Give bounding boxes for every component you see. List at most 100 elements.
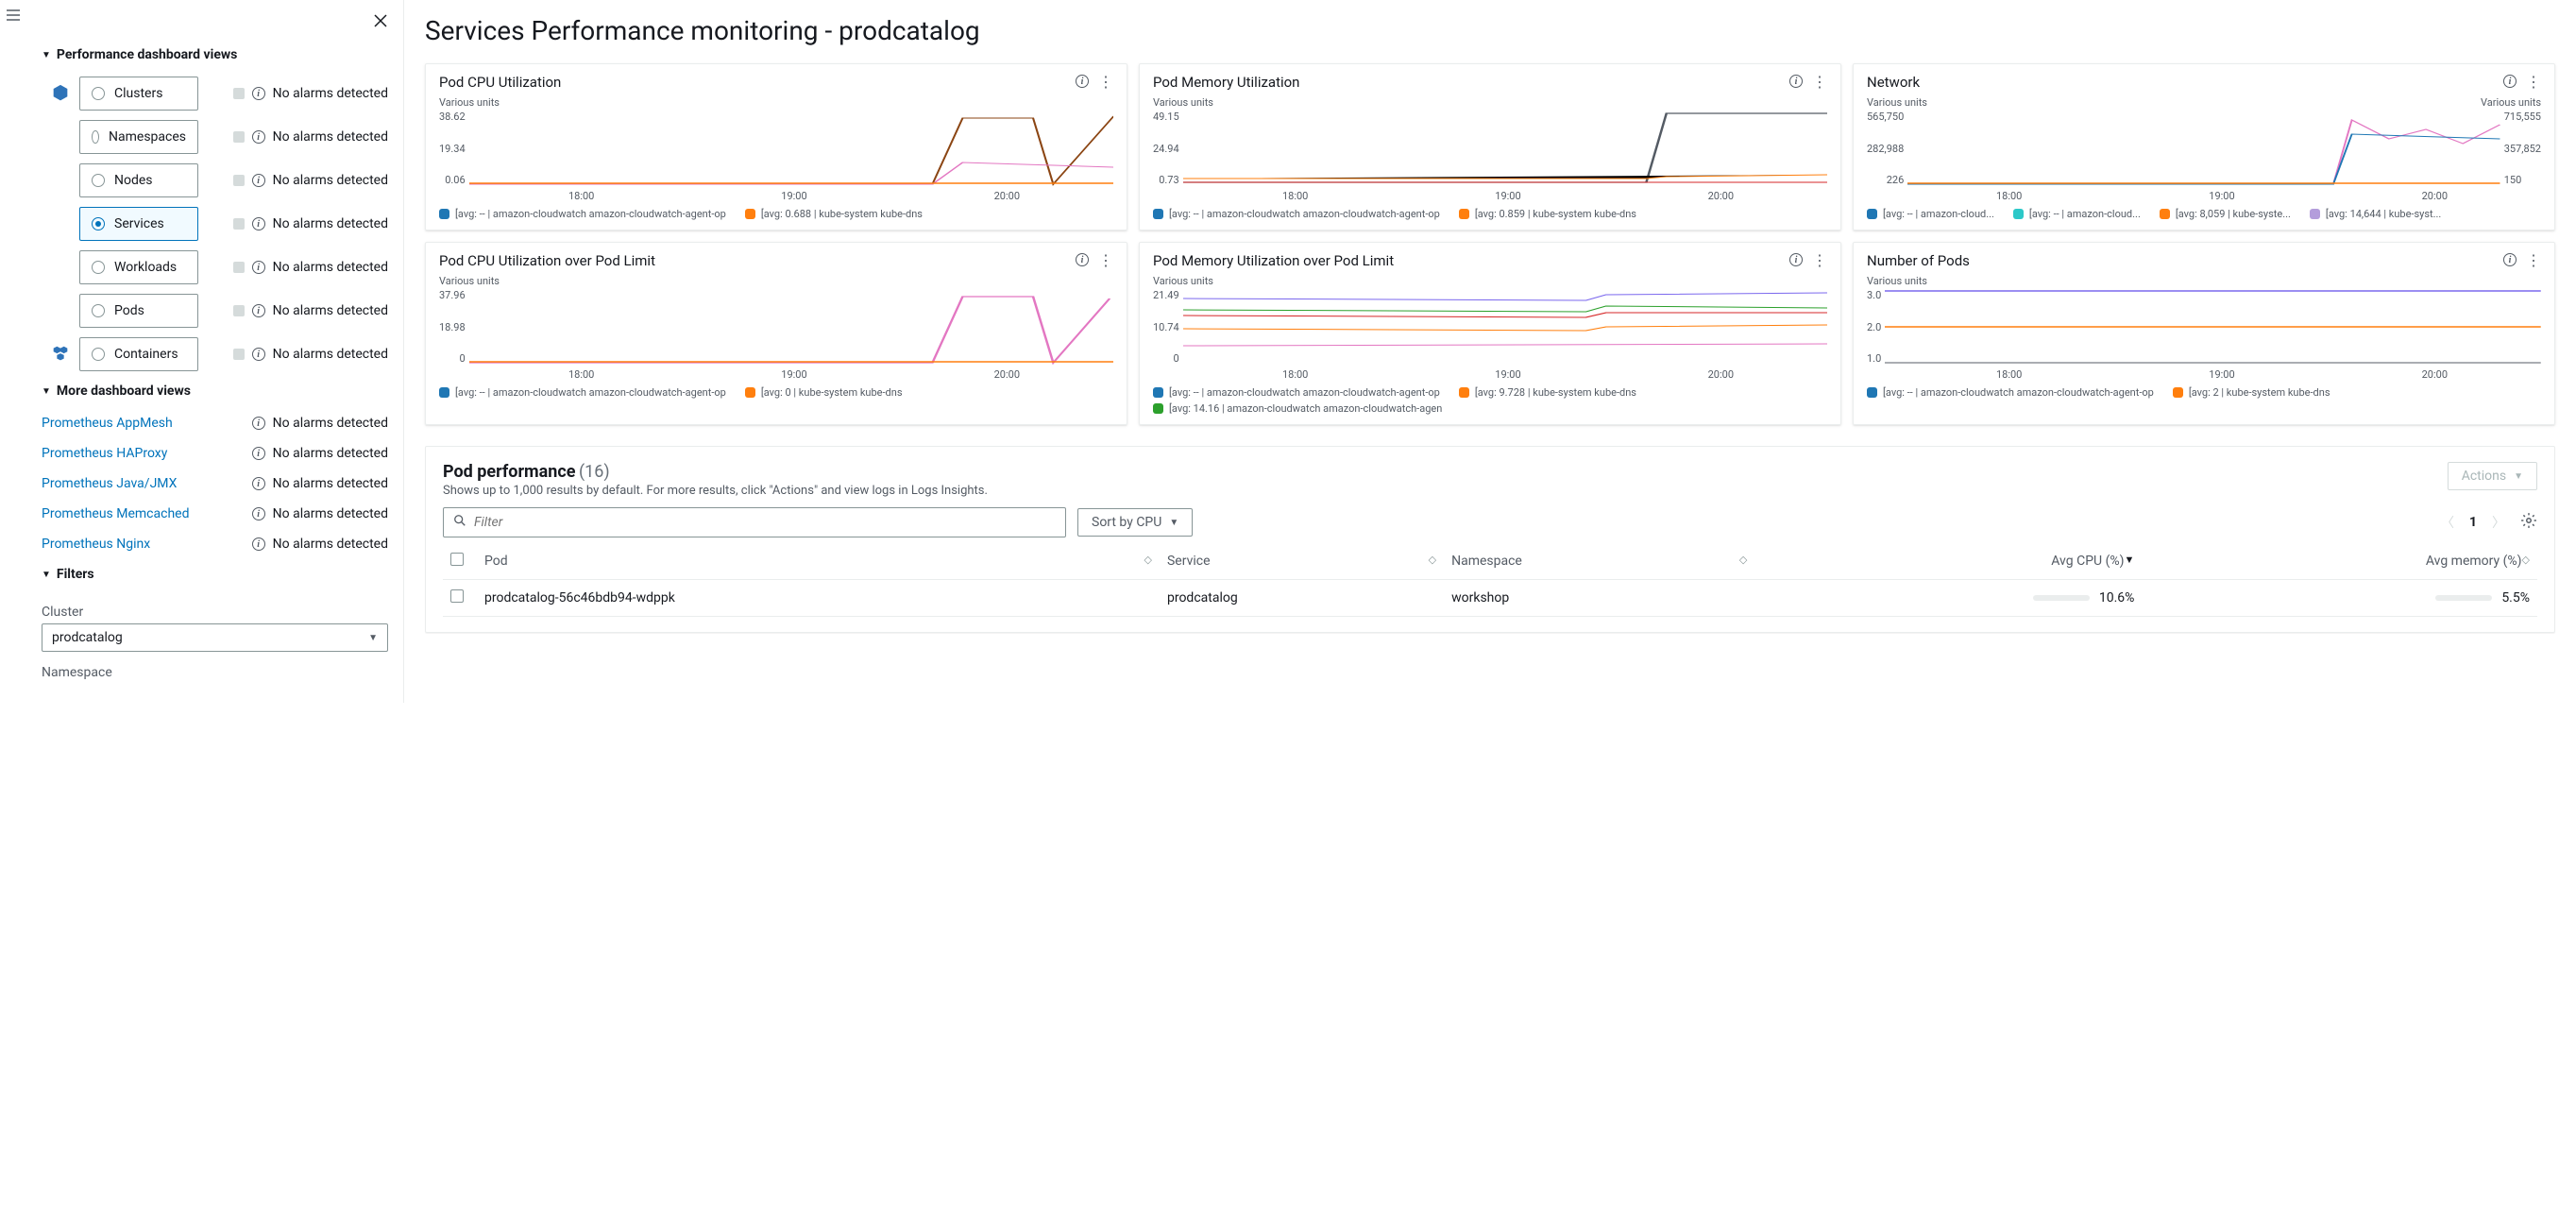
close-icon[interactable] — [373, 17, 388, 32]
info-icon[interactable]: i — [252, 217, 265, 230]
more-view-link[interactable]: Prometheus Memcached — [42, 506, 189, 521]
sort-icon[interactable]: ◇ — [2522, 554, 2530, 566]
y-ticks-right: 715,555357,852150 — [2500, 111, 2541, 186]
swatch-icon — [439, 387, 449, 398]
info-icon[interactable]: i — [252, 507, 265, 520]
view-pill-containers[interactable]: Containers — [79, 337, 198, 371]
x-ticks: 18:0019:0020:00 — [1867, 368, 2541, 381]
chart-plot[interactable] — [1183, 289, 1827, 365]
swatch-icon — [1867, 209, 1877, 219]
y-ticks: 565,750282,988226 — [1867, 111, 1907, 186]
section-header-perf-views[interactable]: ▼ Performance dashboard views — [42, 40, 388, 72]
table-row[interactable]: prodcatalog-56c46bdb94-wdppkprodcatalogw… — [443, 580, 2537, 617]
kebab-icon[interactable]: ⋮ — [2526, 253, 2541, 268]
units-left: Various units — [439, 96, 500, 109]
info-icon[interactable]: i — [252, 477, 265, 490]
chart-plot[interactable] — [469, 289, 1113, 365]
chart-title: Number of Pods — [1867, 252, 2494, 269]
alarm-text: No alarms detected — [273, 416, 388, 431]
chart-plot[interactable] — [1183, 111, 1827, 186]
info-icon[interactable]: i — [252, 87, 265, 100]
row-checkbox[interactable] — [450, 589, 464, 603]
alarm-text: No alarms detected — [273, 260, 388, 275]
kebab-icon[interactable]: ⋮ — [1812, 253, 1827, 268]
info-icon[interactable]: i — [252, 174, 265, 187]
view-pill-pods[interactable]: Pods — [79, 294, 198, 328]
alarm-indicator-icon — [233, 262, 245, 273]
gear-icon[interactable] — [2520, 512, 2537, 533]
kebab-icon[interactable]: ⋮ — [2526, 75, 2541, 90]
sort-icon[interactable]: ◇ — [1739, 554, 1747, 566]
section-header-filters[interactable]: ▼ Filters — [42, 559, 388, 591]
kebab-icon[interactable]: ⋮ — [1812, 75, 1827, 90]
chart-plot[interactable] — [1907, 111, 2500, 186]
alarm-status: iNo alarms detected — [233, 86, 388, 101]
legend-item: [avg: -- | amazon-cloudwatch amazon-clou… — [1153, 386, 1440, 399]
info-icon[interactable]: i — [2503, 253, 2517, 266]
info-icon[interactable]: i — [1789, 75, 1803, 88]
alarm-indicator-icon — [233, 218, 245, 230]
legend-item: [avg: 0.859 | kube-system kube-dns — [1459, 208, 1636, 220]
legend-item: [avg: 9.728 | kube-system kube-dns — [1459, 386, 1636, 399]
units-left: Various units — [1867, 96, 1927, 109]
actions-button[interactable]: Actions ▼ — [2448, 462, 2537, 490]
info-icon[interactable]: i — [1789, 253, 1803, 266]
view-pill-services[interactable]: Services — [79, 207, 198, 241]
next-page-button[interactable]: 〉 — [2492, 513, 2505, 532]
chart-legend: [avg: -- | amazon-cloudwatch amazon-clou… — [1153, 208, 1827, 220]
chart-plot[interactable] — [469, 111, 1113, 186]
chart-title: Pod CPU Utilization over Pod Limit — [439, 252, 1066, 269]
info-icon[interactable]: i — [252, 417, 265, 430]
chevron-down-icon: ▼ — [368, 633, 378, 643]
more-view-link[interactable]: Prometheus HAProxy — [42, 446, 167, 461]
pill-label: Nodes — [114, 173, 153, 188]
select-all-checkbox[interactable] — [450, 553, 464, 566]
caret-down-icon: ▼ — [42, 570, 51, 580]
y-ticks: 37.9618.980 — [439, 289, 469, 365]
sort-button[interactable]: Sort by CPU ▼ — [1077, 508, 1193, 537]
alarm-status: iNo alarms detected — [252, 537, 388, 552]
more-view-link[interactable]: Prometheus Java/JMX — [42, 476, 177, 491]
info-icon[interactable]: i — [252, 348, 265, 361]
namespace-label: Namespace — [42, 665, 388, 680]
chart-card: Number of Podsi⋮Various units3.02.01.018… — [1853, 242, 2555, 425]
cluster-select[interactable]: prodcatalog ▼ — [42, 623, 388, 652]
info-icon[interactable]: i — [1076, 253, 1089, 266]
info-icon[interactable]: i — [252, 447, 265, 460]
sort-icon[interactable]: ◇ — [1429, 554, 1436, 566]
more-view-link[interactable]: Prometheus Nginx — [42, 537, 150, 552]
info-icon[interactable]: i — [1076, 75, 1089, 88]
legend-item: [avg: -- | amazon-cloudwatch amazon-clou… — [1153, 208, 1440, 220]
more-view-link[interactable]: Prometheus AppMesh — [42, 416, 173, 431]
sort-icon[interactable]: ◇ — [1144, 554, 1152, 566]
filter-input-wrapper[interactable] — [443, 507, 1066, 537]
section-header-more-views[interactable]: ▼ More dashboard views — [42, 376, 388, 408]
chart-card: Pod Memory Utilizationi⋮Various units49.… — [1139, 63, 1841, 230]
kebab-icon[interactable]: ⋮ — [1098, 75, 1113, 90]
view-pill-workloads[interactable]: Workloads — [79, 250, 198, 284]
y-ticks: 21.4910.740 — [1153, 289, 1183, 365]
info-icon[interactable]: i — [2503, 75, 2517, 88]
view-pill-nodes[interactable]: Nodes — [79, 163, 198, 197]
alarm-status: i No alarms detected — [252, 506, 388, 521]
pill-label: Workloads — [114, 260, 177, 275]
info-icon[interactable]: i — [252, 304, 265, 317]
units-left: Various units — [439, 275, 500, 287]
hamburger-button[interactable] — [0, 0, 26, 703]
legend-item: [avg: -- | amazon-cloudwatch amazon-clou… — [439, 386, 726, 399]
alarm-indicator-icon — [233, 88, 245, 99]
view-pill-clusters[interactable]: Clusters — [79, 77, 198, 111]
chart-title: Pod CPU Utilization — [439, 74, 1066, 91]
info-icon[interactable]: i — [252, 537, 265, 551]
kebab-icon[interactable]: ⋮ — [1098, 253, 1113, 268]
view-pill-namespaces[interactable]: Namespaces — [79, 120, 198, 154]
info-icon[interactable]: i — [252, 130, 265, 144]
chart-plot[interactable] — [1885, 289, 2541, 365]
sort-desc-icon[interactable]: ▼ — [2125, 554, 2135, 566]
cell-namespace: workshop — [1444, 580, 1754, 617]
filter-input[interactable] — [474, 515, 1056, 530]
alarm-text: No alarms detected — [273, 506, 388, 521]
prev-page-button[interactable]: 〈 — [2441, 513, 2454, 532]
table-subtitle: Shows up to 1,000 results by default. Fo… — [443, 484, 988, 498]
info-icon[interactable]: i — [252, 261, 265, 274]
